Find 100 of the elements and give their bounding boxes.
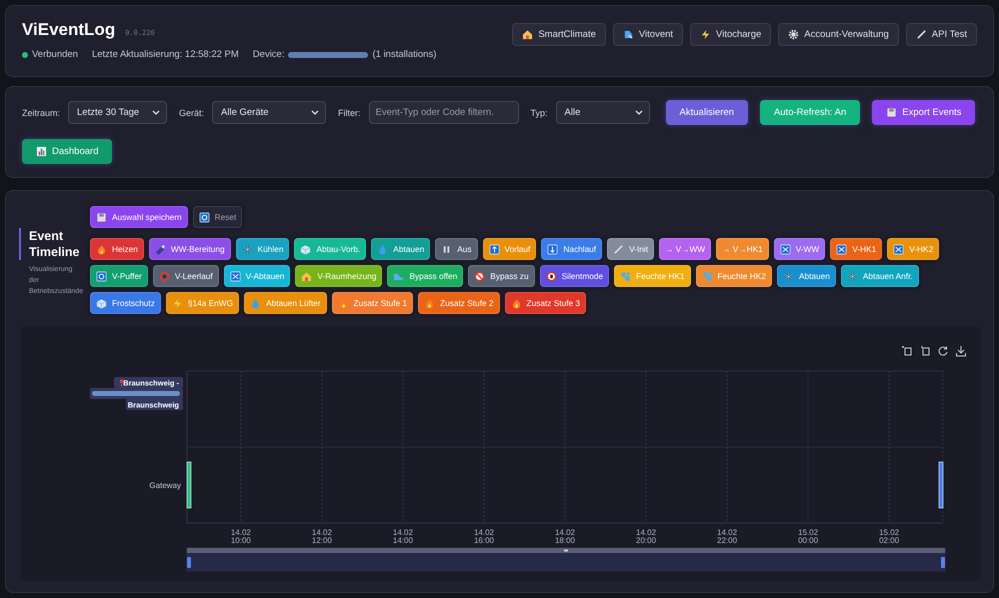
slider-handle[interactable]: [941, 557, 945, 568]
axis-tick-label: 14.02 14:00: [392, 528, 413, 545]
event-filter-button[interactable]: V-Init: [607, 238, 654, 260]
axis-tick-label: 14.02 10:00: [230, 528, 251, 545]
flame-icon: [338, 298, 349, 308]
house-icon: [522, 29, 534, 40]
event-filter-button[interactable]: Zusatz Stufe 1: [332, 292, 414, 314]
event-filter-button[interactable]: Aus: [435, 238, 478, 260]
nav-button[interactable]: Account-Verwaltung: [778, 23, 899, 46]
slider-handle[interactable]: [187, 557, 191, 568]
axis-tick-label: 14.02 22:00: [717, 528, 738, 545]
up-arrow-box-icon: [488, 244, 500, 254]
download-icon[interactable]: [956, 346, 966, 356]
field-label: Gerät:: [179, 108, 204, 118]
event-filter-button[interactable]: → V→HK1: [716, 238, 769, 260]
timeline-scrollbar[interactable]: [186, 548, 946, 572]
pause-icon: [441, 244, 452, 254]
action-button[interactable]: Export Events: [872, 100, 976, 125]
shuffle-icon: [893, 244, 904, 254]
axis-tick-label: 15.02 02:00: [879, 528, 900, 545]
event-filter-button[interactable]: Frostschutz: [90, 292, 161, 314]
chevron-icon: [311, 110, 320, 116]
event-filter-button[interactable]: Abtauen: [776, 265, 836, 287]
axis-tick-label: 14.02 20:00: [636, 528, 656, 545]
save-icon: [886, 107, 898, 118]
event-filter-button[interactable]: Zusatz Stufe 2: [418, 292, 500, 314]
event-filter-button[interactable]: WW-Bereitung: [148, 238, 231, 260]
event-filter-button[interactable]: Abtau-Vorb.: [294, 238, 366, 260]
refresh-icon[interactable]: [939, 346, 947, 356]
dropdown[interactable]: Alle: [556, 101, 650, 124]
snowflake-icon: [782, 270, 794, 282]
droplet-icon: [377, 244, 388, 254]
axis-tick-label: 14.02 16:00: [474, 528, 494, 545]
action-button[interactable]: Aktualisieren: [666, 100, 748, 125]
installations-count: (1 installations): [372, 49, 436, 60]
axis-label: Gateway: [149, 481, 181, 490]
refresh-icon: [96, 270, 107, 282]
nav-button[interactable]: Vitocharge: [690, 23, 772, 46]
flame-icon: [510, 298, 522, 308]
ice-cube-icon: [96, 298, 107, 308]
zoom-reset-icon[interactable]: [922, 346, 929, 355]
droplets-icon: [620, 270, 632, 282]
down-arrow-box-icon: [547, 244, 558, 254]
chevron-icon: [152, 110, 160, 116]
house-icon: [301, 270, 312, 282]
snowflake-icon: [242, 244, 253, 254]
nav-button[interactable]: API Test: [906, 23, 977, 46]
droplets-icon: [702, 270, 713, 282]
dropdown[interactable]: Letzte 30 Tage: [68, 101, 168, 124]
nav-button[interactable]: Vitovent: [612, 23, 684, 46]
nav-button[interactable]: SmartClimate: [512, 23, 606, 46]
event-filter-button[interactable]: Nachlauf: [541, 238, 602, 260]
event-filter-button[interactable]: V-WW: [774, 238, 826, 260]
event-filter-button[interactable]: Zusatz Stufe 3: [504, 292, 586, 314]
field-label: Filter:: [338, 108, 361, 118]
event-filter-button[interactable]: V-Abtauen: [224, 265, 290, 287]
ice-cube-icon: [300, 244, 312, 254]
last-update-label: Letzte Aktualisierung: 12:58:22 PM: [92, 49, 239, 60]
shuffle-icon: [780, 244, 791, 254]
event-filter-button[interactable]: Silentmode: [540, 265, 610, 287]
event-filter-button[interactable]: Bypass zu: [468, 265, 535, 287]
event-filter-button[interactable]: Feuchte HK1: [614, 265, 691, 287]
action-button[interactable]: Reset: [192, 206, 242, 228]
bolt-icon: [172, 298, 183, 308]
event-filter-button[interactable]: Abtauen: [371, 238, 430, 260]
event-filter-button[interactable]: V-Raumheizung: [295, 265, 382, 287]
event-filter-button[interactable]: Bypass offen: [387, 265, 464, 287]
ring-icon: [158, 270, 170, 282]
event-filter-button[interactable]: Kühlen: [236, 238, 290, 260]
event-filter-button[interactable]: Abtauen Anfr.: [840, 265, 919, 287]
save-icon: [96, 212, 107, 222]
event-filter-button[interactable]: V-Puffer: [90, 265, 148, 287]
device-label: Device:: [252, 49, 284, 60]
filter-input[interactable]: Event-Typ oder Code filtern.: [368, 101, 519, 124]
event-filter-button[interactable]: V-HK2: [887, 238, 940, 260]
bolt-icon: [700, 29, 712, 40]
refresh-icon: [198, 212, 210, 222]
gear-icon: [788, 29, 800, 40]
event-filter-button[interactable]: → V→WW: [659, 238, 712, 260]
flame-icon: [96, 244, 107, 254]
event-filter-button[interactable]: §14a EnWG: [166, 292, 240, 314]
action-button[interactable]: Auswahl speichern: [90, 206, 188, 228]
droplet-icon: [250, 298, 262, 308]
action-button[interactable]: Auto-Refresh: An: [760, 100, 860, 125]
field-label: Zeitraum:: [22, 108, 60, 118]
snowflake-icon: [846, 270, 858, 282]
shuffle-icon: [230, 270, 241, 282]
event-filter-button[interactable]: V-Leerlauf: [152, 265, 219, 287]
dropdown[interactable]: Alle Geräte: [212, 101, 326, 124]
event-filter-button[interactable]: Vorlauf: [482, 238, 536, 260]
event-filter-button[interactable]: Abtauen Lüfter: [244, 292, 327, 314]
axis-tick-label: 15.02 00:00: [798, 528, 818, 545]
event-filter-button[interactable]: Heizen: [90, 238, 144, 260]
event-filter-button[interactable]: Feuchte HK2: [696, 265, 772, 287]
action-button[interactable]: Dashboard: [22, 139, 112, 164]
bar-chart-icon: [36, 146, 47, 157]
flame-icon: [424, 298, 436, 308]
wand-icon: [613, 244, 624, 254]
zoom-icon[interactable]: [902, 346, 911, 355]
event-filter-button[interactable]: V-HK1: [830, 238, 882, 260]
